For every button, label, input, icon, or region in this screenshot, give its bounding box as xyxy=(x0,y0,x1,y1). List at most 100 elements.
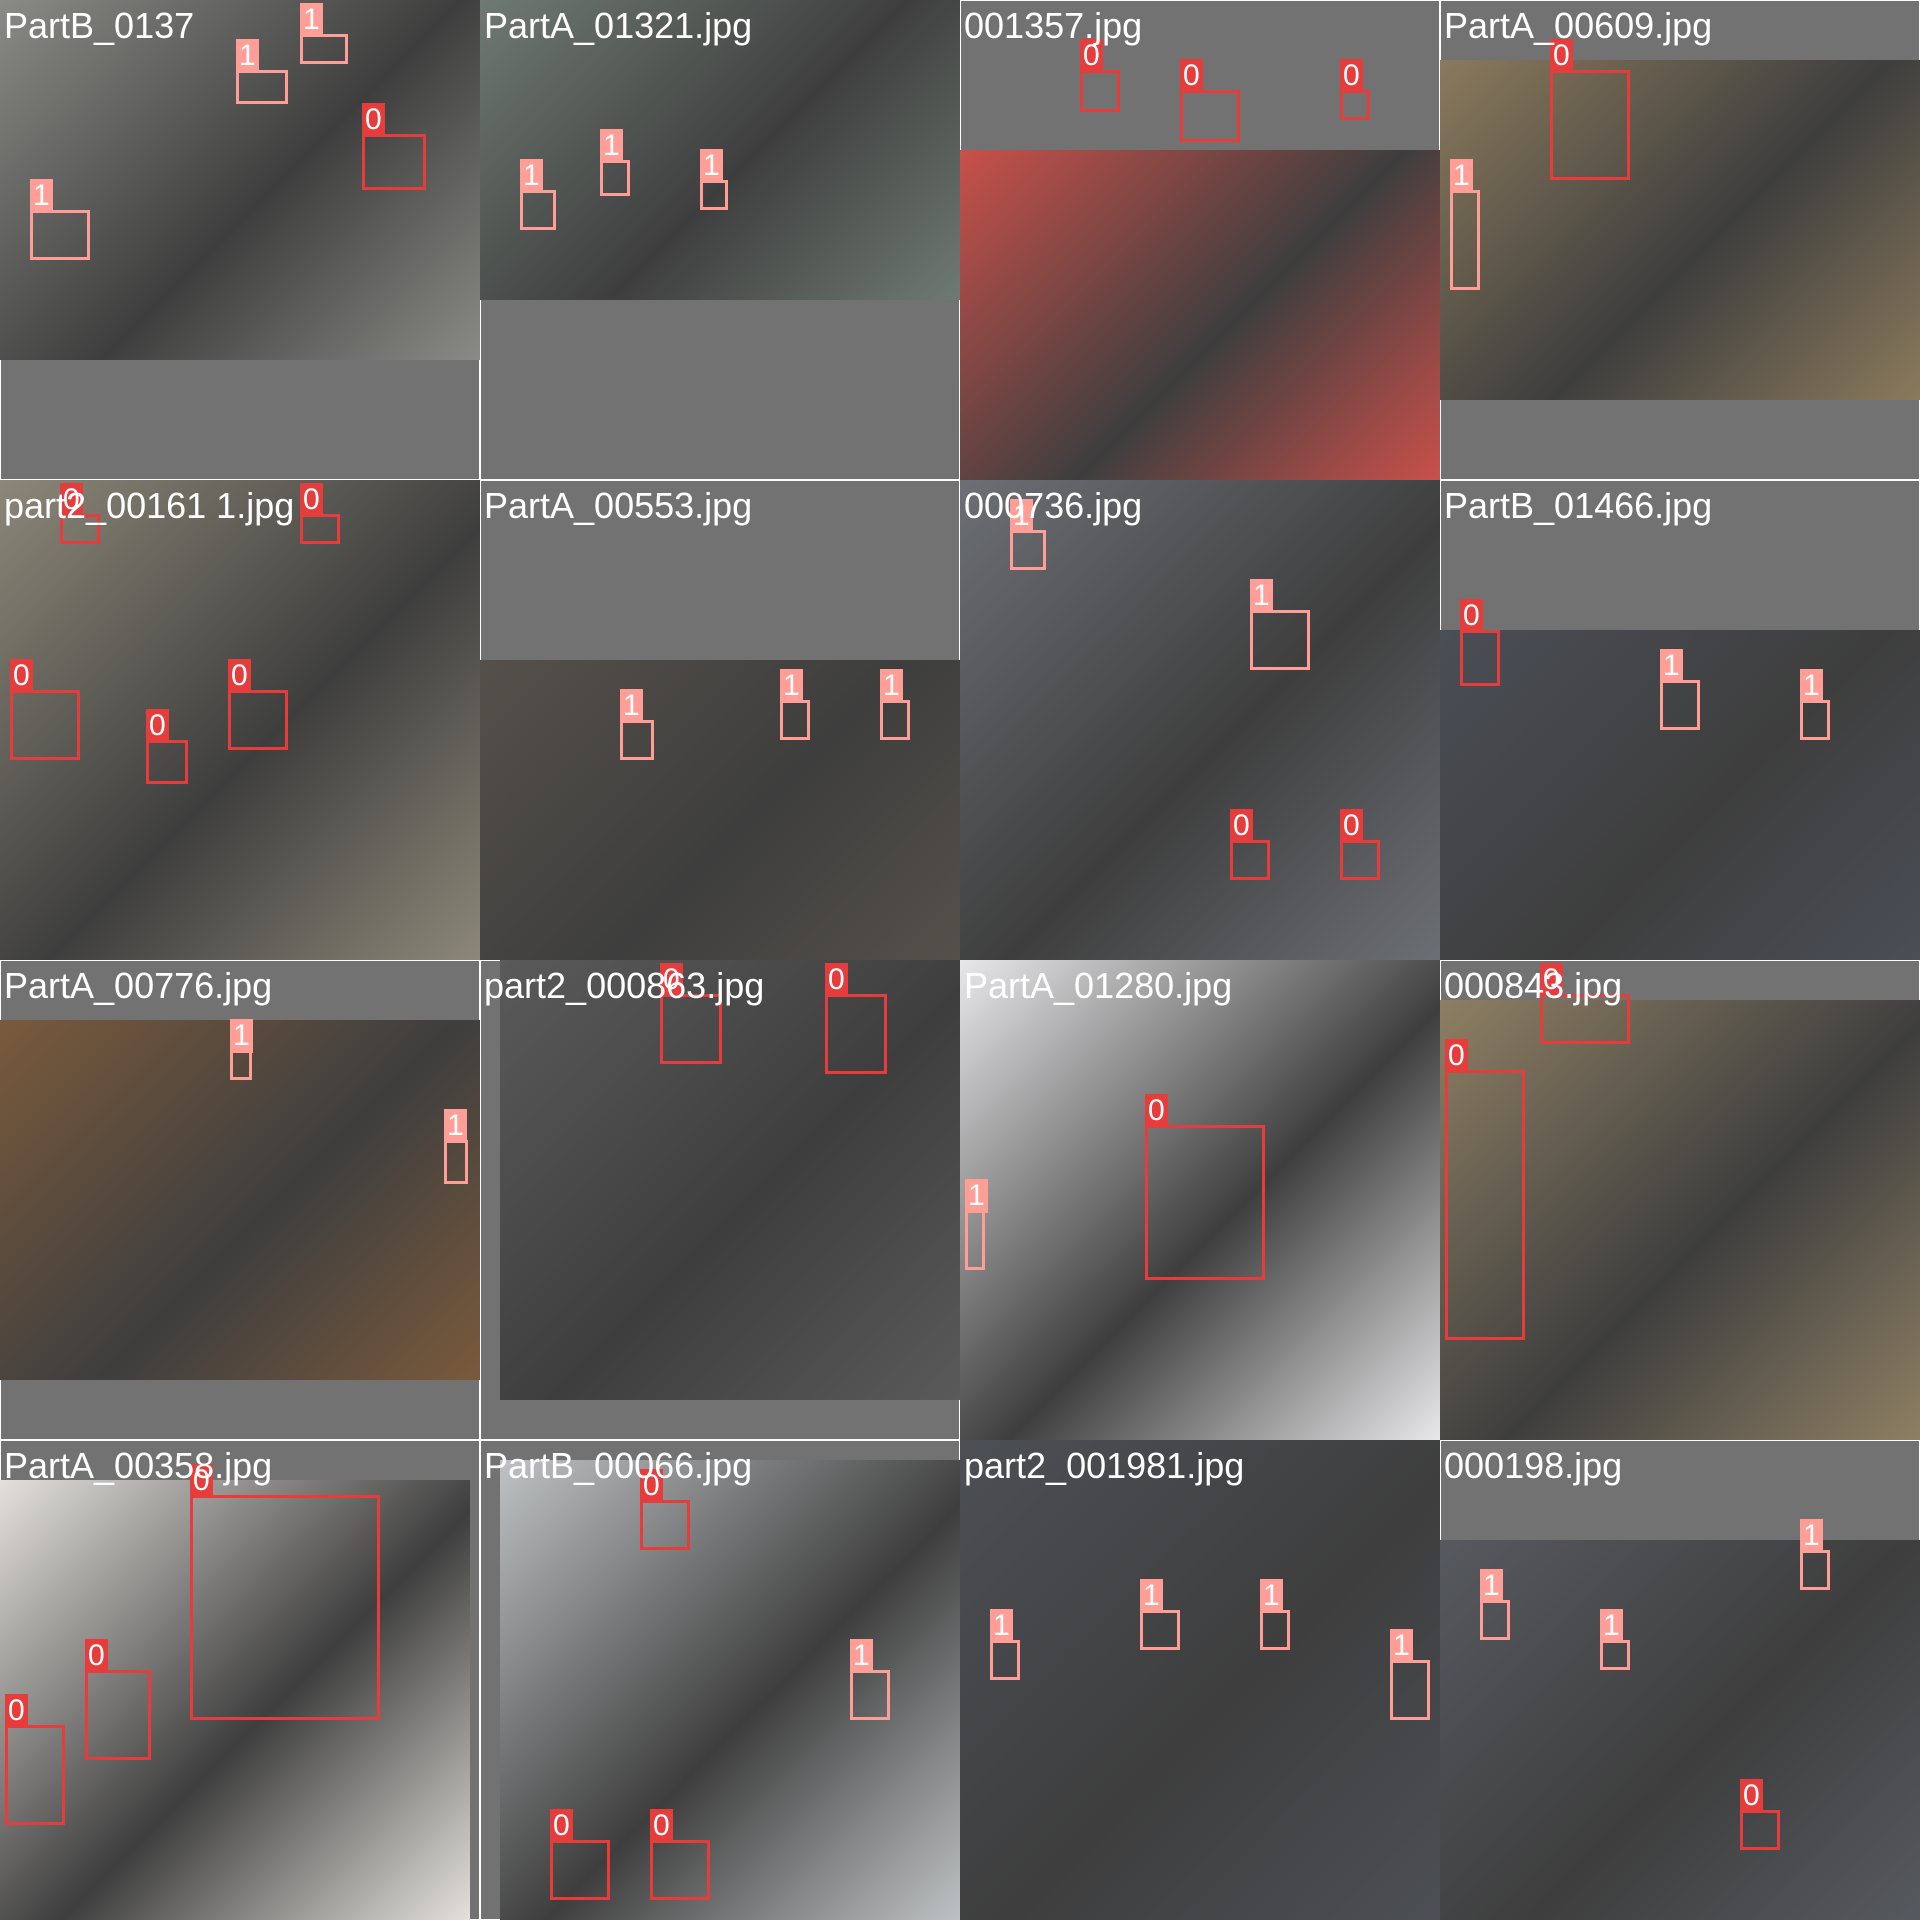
tile-filename-label: PartB_0137 xyxy=(4,5,195,46)
mosaic-tile: PartB_0137 0 1 1 1 xyxy=(0,0,480,480)
mosaic-tile: part2_000863.jpg 0 0 xyxy=(480,960,960,1440)
detection-box: 0 xyxy=(85,1639,151,1760)
detection-box: 1 xyxy=(850,1639,890,1720)
class-id-tag: 1 xyxy=(1600,1609,1623,1643)
detection-box: 1 xyxy=(1480,1569,1510,1640)
tile-filename-label: PartA_01321.jpg xyxy=(484,5,753,46)
tile-filename-label: PartA_00553.jpg xyxy=(484,485,753,526)
class-id-tag: 0 xyxy=(1180,59,1203,93)
detection-box: 0 xyxy=(1460,599,1500,686)
class-id-tag: 1 xyxy=(444,1109,467,1143)
mosaic-tile: 000736.jpg 1 1 0 0 xyxy=(960,480,1440,960)
tile-filename-label: PartA_00776.jpg xyxy=(4,965,273,1006)
tile-filename-label: 000736.jpg xyxy=(964,485,1143,526)
detection-box: 0 xyxy=(1340,809,1380,880)
class-id-tag: 0 xyxy=(1445,1039,1468,1073)
class-id-tag: 1 xyxy=(965,1179,988,1213)
detection-box: 0 xyxy=(228,659,288,750)
tile-filename-label: part2_000863.jpg xyxy=(484,965,765,1006)
detection-box: 1 xyxy=(880,669,910,740)
tile-filename-label: PartA_00358.jpg xyxy=(4,1445,273,1486)
mosaic-tile: PartA_00358.jpg 0 0 0 xyxy=(0,1440,480,1920)
detection-box: 0 xyxy=(1550,39,1630,180)
class-id-tag: 1 xyxy=(230,1019,253,1053)
class-id-tag: 1 xyxy=(1800,669,1823,703)
detection-box: 1 xyxy=(1260,1579,1290,1650)
mosaic-tile: 001357.jpg 0 0 0 xyxy=(960,0,1440,480)
class-id-tag: 1 xyxy=(300,3,323,37)
class-id-tag: 0 xyxy=(1340,59,1363,93)
detection-box: 0 xyxy=(300,483,340,544)
class-id-tag: 0 xyxy=(650,1809,673,1843)
class-id-tag: 1 xyxy=(1450,159,1473,193)
mosaic-tile: PartA_01280.jpg 0 1 xyxy=(960,960,1440,1440)
detection-box: 1 xyxy=(1140,1579,1180,1650)
detection-box: 0 xyxy=(5,1694,65,1825)
detection-box: 0 xyxy=(362,103,426,190)
tile-photo xyxy=(500,960,960,1400)
detection-box: 1 xyxy=(520,159,556,230)
detection-box: 0 xyxy=(1180,59,1240,142)
class-id-tag: 0 xyxy=(1145,1094,1168,1128)
class-id-tag: 1 xyxy=(1390,1629,1413,1663)
class-id-tag: 0 xyxy=(5,1694,28,1728)
detection-box: 1 xyxy=(30,179,90,260)
mosaic-tile: PartA_00776.jpg 1 1 xyxy=(0,960,480,1440)
detection-mosaic: PartB_0137 0 1 1 1 PartA_01321.jpg 1 1 1 001357.j… xyxy=(0,0,1920,1920)
detection-box: 1 xyxy=(700,149,728,210)
detection-box: 1 xyxy=(1660,649,1700,730)
mosaic-tile: part2_00161 1.jpg 0 0 0 0 0 xyxy=(0,480,480,960)
class-id-tag: 1 xyxy=(30,179,53,213)
detection-box: 0 xyxy=(10,659,80,760)
detection-box: 0 xyxy=(550,1809,610,1900)
detection-box: 1 xyxy=(1010,499,1046,570)
class-id-tag: 1 xyxy=(700,149,723,183)
detection-box: 1 xyxy=(1250,579,1310,670)
detection-box: 0 xyxy=(1340,59,1370,120)
mosaic-tile: 000198.jpg 1 1 1 0 xyxy=(1440,1440,1920,1920)
class-id-tag: 0 xyxy=(362,103,385,137)
class-id-tag: 1 xyxy=(600,129,623,163)
mosaic-tile: PartB_00066.jpg 0 1 0 0 xyxy=(480,1440,960,1920)
tile-filename-label: PartB_01466.jpg xyxy=(1444,485,1713,526)
class-id-tag: 1 xyxy=(1250,579,1273,613)
mosaic-tile: PartB_01466.jpg 0 1 1 xyxy=(1440,480,1920,960)
class-id-tag: 1 xyxy=(880,669,903,703)
class-id-tag: 1 xyxy=(1660,649,1683,683)
class-id-tag: 1 xyxy=(990,1609,1013,1643)
detection-box: 0 xyxy=(825,963,887,1074)
tile-filename-label: 001357.jpg xyxy=(964,5,1143,46)
tile-photo xyxy=(960,1440,1440,1920)
class-id-tag: 0 xyxy=(228,659,251,693)
class-id-tag: 1 xyxy=(620,689,643,723)
detection-box: 1 xyxy=(1390,1629,1430,1720)
detection-box: 1 xyxy=(230,1019,253,1080)
class-id-tag: 1 xyxy=(850,1639,873,1673)
detection-box: 1 xyxy=(620,689,654,760)
mosaic-tile: part2_001981.jpg 1 1 1 1 xyxy=(960,1440,1440,1920)
class-id-tag: 0 xyxy=(1230,809,1253,843)
mosaic-tile: PartA_01321.jpg 1 1 1 xyxy=(480,0,960,480)
detection-box: 1 xyxy=(1800,669,1830,740)
class-id-tag: 1 xyxy=(1800,1519,1823,1553)
detection-box: 0 xyxy=(1080,39,1120,112)
detection-box: 1 xyxy=(444,1109,468,1184)
tile-filename-label: PartB_00066.jpg xyxy=(484,1445,753,1486)
class-id-tag: 0 xyxy=(10,659,33,693)
tile-filename-label: 000198.jpg xyxy=(1444,1445,1623,1486)
class-id-tag: 0 xyxy=(550,1809,573,1843)
detection-box: 0 xyxy=(1145,1094,1265,1280)
tile-photo xyxy=(960,150,1440,480)
tile-filename-label: part2_001981.jpg xyxy=(964,1445,1245,1486)
class-id-tag: 1 xyxy=(1480,1569,1503,1603)
tile-filename-label: PartA_00609.jpg xyxy=(1444,5,1713,46)
detection-box: 1 xyxy=(1600,1609,1630,1670)
detection-box: 1 xyxy=(236,39,288,104)
class-id-tag: 0 xyxy=(300,483,323,517)
class-id-tag: 0 xyxy=(146,709,169,743)
mosaic-tile: 000843.jpg 0 0 xyxy=(1440,960,1920,1440)
tile-photo xyxy=(1440,1540,1920,1920)
mosaic-tile: PartA_00609.jpg 0 1 xyxy=(1440,0,1920,480)
tile-photo xyxy=(1440,60,1920,400)
class-id-tag: 1 xyxy=(1140,1579,1163,1613)
